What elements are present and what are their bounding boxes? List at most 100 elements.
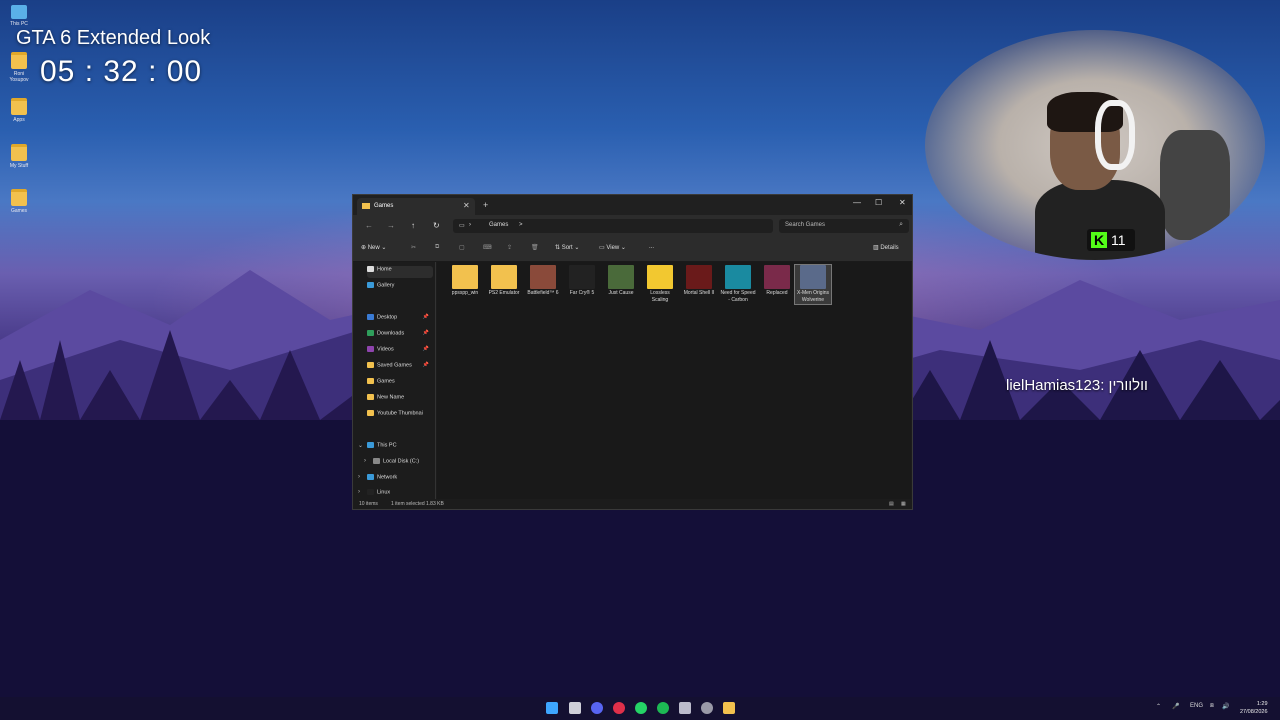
task-view-icon[interactable] (569, 702, 581, 714)
breadcrumb-chevron-icon[interactable]: > (519, 222, 523, 228)
folder-icon (367, 394, 374, 400)
delete-icon[interactable]: 🗑 (531, 244, 539, 251)
desktop-icon-apps[interactable]: Apps (6, 98, 32, 123)
up-button[interactable]: ↑ (411, 221, 415, 230)
clock-date: 27/08/2026 (1240, 709, 1268, 715)
file-item-far-cry-5[interactable]: Far Cry® 5 (564, 265, 600, 297)
settings-icon[interactable] (679, 702, 691, 714)
paste-icon[interactable]: ▢ (459, 244, 465, 251)
nav-item-videos[interactable]: Videos 📌 (367, 346, 433, 358)
maximize-button[interactable]: ☐ (875, 198, 882, 207)
forward-button[interactable]: → (387, 221, 395, 230)
file-item-just-cause[interactable]: Just Cause (603, 265, 639, 297)
file-label: Far Cry® 5 (569, 290, 595, 296)
desktop-icon-label: Games (10, 208, 28, 214)
file-label: Replaced (766, 290, 788, 296)
view-button-label: View (606, 245, 620, 251)
breadcrumb-games[interactable]: Games (489, 222, 508, 228)
new-tab-button[interactable]: + (483, 200, 488, 210)
address-row: ← → ↑ ↻ ▭ › Games > Search Games ⌕ (353, 215, 912, 237)
nav-item-saved-games[interactable]: Saved Games 📌 (367, 362, 433, 374)
new-button[interactable]: ⊕ New ⌄ (361, 244, 386, 251)
file-item-need-for-speed-carbon[interactable]: Need for Speed - Carbon (720, 265, 756, 304)
new-button-label: New (367, 245, 380, 251)
chevron-down-icon[interactable]: ⌄ (358, 442, 363, 449)
status-bar: 10 items 1 item selected 1.83 KB ▤ ▦ (353, 499, 912, 510)
details-button[interactable]: ▥ Details (873, 244, 899, 251)
nav-item-local-disk[interactable]: Local Disk (C:) (373, 458, 439, 470)
file-label: Lossless Scaling (650, 290, 670, 303)
nav-item-youtube-thumbnails[interactable]: Youtube Thumbnai (367, 410, 433, 422)
sort-button[interactable]: ⇅ Sort ⌄ (555, 244, 579, 251)
microphone-icon[interactable]: 🎤 (1172, 703, 1179, 710)
file-item-x-men-origins-wolverine[interactable]: X-Men Origins Wolverine (794, 264, 832, 305)
start-icon[interactable] (546, 702, 558, 714)
nav-item-label: Local Disk (C:) (383, 458, 420, 465)
network-icon[interactable]: ⧈ (1210, 703, 1214, 710)
discord-icon[interactable] (591, 702, 603, 714)
details-button-label: Details (880, 245, 899, 251)
system-clock[interactable]: 1:29 27/08/2026 (1240, 700, 1268, 716)
nav-item-network[interactable]: Network (367, 474, 433, 486)
app-shortcut-icon (647, 265, 673, 289)
file-item-ppsspp-win[interactable]: ppsspp_win (447, 265, 483, 297)
game-shortcut-icon (608, 265, 634, 289)
nav-item-desktop[interactable]: Desktop 📌 (367, 314, 433, 326)
nav-item-label: Desktop (377, 314, 398, 321)
search-icon: ⌕ (899, 221, 903, 228)
desktop-icon-this-pc[interactable]: This PC (6, 5, 32, 27)
linux-icon (367, 489, 374, 495)
nav-item-gallery[interactable]: Gallery (367, 282, 433, 294)
whatsapp-icon[interactable] (635, 702, 647, 714)
steam-icon[interactable] (701, 702, 713, 714)
desktop-icon-my-stuff[interactable]: My Stuff (6, 144, 32, 169)
cut-icon[interactable]: ✂ (411, 244, 416, 251)
file-item-battlefield-6[interactable]: Battlefield™ 6 (525, 265, 561, 297)
spotify-icon[interactable] (657, 702, 669, 714)
tiles-view-icon[interactable]: ▦ (901, 501, 906, 507)
tab-games[interactable]: Games ✕ (357, 198, 475, 215)
language-indicator[interactable]: ENG (1190, 703, 1203, 709)
chevron-right-icon[interactable]: › (358, 474, 360, 480)
more-options-button[interactable]: ... (649, 244, 654, 250)
desktop-icon-roni-yosupov[interactable]: Roni Yosupov (6, 52, 32, 83)
nav-item-games[interactable]: Games (367, 378, 433, 390)
nav-item-new-name[interactable]: New Name (367, 394, 433, 406)
nav-item-home[interactable]: Home (367, 266, 433, 278)
desktop-icon-games[interactable]: Games (6, 189, 32, 214)
folder-icon (11, 52, 27, 69)
details-view-icon[interactable]: ▤ (889, 501, 894, 507)
share-icon[interactable]: ⇪ (507, 244, 512, 251)
close-window-button[interactable]: ✕ (899, 198, 906, 207)
nav-item-label: This PC (377, 442, 397, 449)
search-box[interactable]: Search Games ⌕ (779, 219, 909, 233)
game-shortcut-icon (725, 265, 751, 289)
nav-item-this-pc[interactable]: This PC (367, 442, 433, 454)
back-button[interactable]: ← (365, 221, 373, 230)
file-item-ps2-emulator[interactable]: PS2 Emulator (486, 265, 522, 297)
tray-overflow-icon[interactable]: ⌃ (1156, 703, 1161, 710)
folder-icon (367, 378, 374, 384)
desktop-icon (367, 314, 374, 320)
chevron-right-icon[interactable]: › (364, 458, 366, 464)
file-item-replaced[interactable]: Replaced (759, 265, 795, 297)
file-item-lossless-scaling[interactable]: Lossless Scaling (642, 265, 678, 304)
view-button[interactable]: ▭ View ⌄ (599, 244, 626, 251)
nav-item-linux[interactable]: Linux (367, 489, 433, 497)
nav-item-label: Downloads (377, 330, 405, 337)
viewer-count: 11 (1111, 232, 1126, 248)
stream-overlay-title: GTA 6 Extended Look (16, 27, 211, 49)
volume-icon[interactable]: 🔊 (1222, 703, 1229, 710)
chevron-right-icon[interactable]: › (358, 489, 360, 495)
opera-icon[interactable] (613, 702, 625, 714)
refresh-button[interactable]: ↻ (433, 221, 440, 230)
address-bar[interactable]: ▭ › Games > (453, 219, 773, 233)
nav-item-label: New Name (377, 394, 405, 401)
copy-icon[interactable]: ⧉ (435, 244, 439, 251)
file-explorer-icon[interactable] (723, 702, 735, 714)
close-tab-icon[interactable]: ✕ (463, 201, 470, 210)
minimize-button[interactable]: — (853, 198, 861, 207)
nav-item-downloads[interactable]: Downloads 📌 (367, 330, 433, 342)
file-item-mortal-shell-ii[interactable]: Mortal Shell II (681, 265, 717, 297)
rename-icon[interactable]: ⌨ (483, 244, 492, 251)
